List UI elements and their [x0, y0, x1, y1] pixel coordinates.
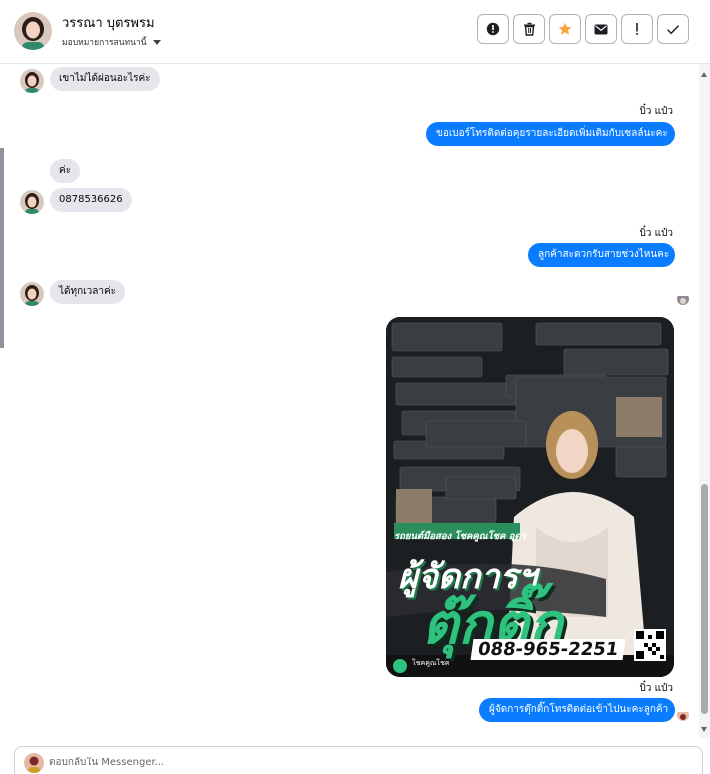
- delete-button[interactable]: [513, 14, 545, 44]
- scroll-thumb[interactable]: [701, 484, 708, 714]
- qr-code-icon: [634, 629, 666, 661]
- sender-name: บิ๋ว แป๋ว: [639, 228, 673, 239]
- star-button[interactable]: [549, 14, 581, 44]
- check-icon: [667, 24, 680, 34]
- scroll-down-arrow-icon[interactable]: [701, 727, 707, 732]
- assign-conversation-dropdown[interactable]: มอบหมายการสนทนานี้: [62, 35, 161, 49]
- done-button[interactable]: [657, 14, 689, 44]
- exclamation-icon: [636, 23, 638, 35]
- poster-phone: 088-965-2251: [470, 639, 626, 660]
- message-bubble-incoming[interactable]: ได้ทุกเวลาค่ะ: [50, 280, 126, 304]
- poster-brand: โชคคูณโชค: [412, 659, 450, 667]
- poster-headline: รถยนต์มือสอง โชคคูณโชค อุดร: [394, 531, 526, 542]
- envelope-icon: [594, 24, 608, 34]
- message-bubble-incoming[interactable]: เขาไม่ได้ผ่อนอะไรค่ะ: [50, 67, 160, 91]
- customer-avatar: [20, 282, 44, 306]
- reply-composer[interactable]: [14, 746, 703, 774]
- caret-down-icon: [152, 39, 161, 45]
- spam-button[interactable]: [621, 14, 653, 44]
- alert-circle-icon: [486, 22, 500, 36]
- trash-icon: [523, 22, 535, 36]
- star-icon: [558, 22, 572, 35]
- message-bubble-outgoing[interactable]: ขอเบอร์โทรติดต่อคุยรายละเอียดเพิ่มเติมกั…: [426, 122, 675, 146]
- message-bubble-outgoing[interactable]: ลูกค้าสะดวกรับสายช่วงไหนคะ: [528, 243, 675, 267]
- contact-name[interactable]: วรรณา บุตรพรม: [62, 12, 155, 33]
- customer-avatar: [20, 69, 44, 93]
- reply-input[interactable]: [49, 757, 649, 768]
- seen-avatar: [677, 293, 689, 305]
- message-bubble-outgoing[interactable]: ผู้จัดการตุ๊กติ๊กโทรติดต่อเข้าไปนะคะลูกค…: [479, 698, 675, 722]
- conversation-header: วรรณา บุตรพรม มอบหมายการสนทนานี้: [0, 0, 710, 64]
- contact-avatar[interactable]: [14, 12, 52, 50]
- message-scrollbar[interactable]: [699, 64, 710, 738]
- conversation-toolbar: [477, 14, 689, 44]
- assign-label: มอบหมายการสนทนานี้: [62, 38, 147, 48]
- mail-button[interactable]: [585, 14, 617, 44]
- report-button[interactable]: [477, 14, 509, 44]
- customer-avatar: [20, 190, 44, 214]
- scroll-up-arrow-icon[interactable]: [701, 72, 707, 77]
- image-attachment[interactable]: รถยนต์มือสอง โชคคูณโชค อุดร ผู้จัดการฯ ต…: [386, 317, 674, 677]
- seen-avatar: [677, 709, 689, 721]
- page-avatar: [24, 753, 44, 773]
- sender-name: บิ๋ว แป๋ว: [639, 106, 673, 117]
- message-bubble-incoming[interactable]: ค่ะ: [50, 159, 81, 183]
- panel-resize-handle[interactable]: [0, 148, 4, 348]
- message-bubble-incoming[interactable]: 0878536626: [50, 188, 132, 212]
- sender-name: บิ๋ว แป๋ว: [639, 683, 673, 694]
